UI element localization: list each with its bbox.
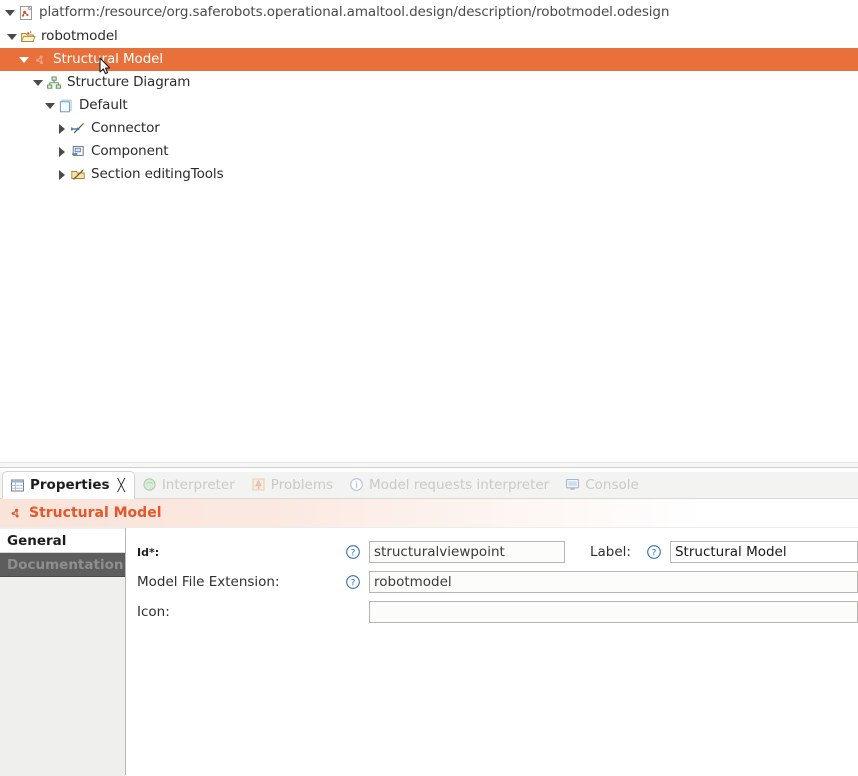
properties-tab-label: General [7, 533, 67, 549]
page-title: Structural Model [29, 505, 162, 521]
expand-twisty-down-icon[interactable] [4, 25, 20, 48]
layer-icon [58, 98, 76, 114]
expand-twisty-right-icon[interactable] [54, 117, 70, 140]
problems-icon [251, 477, 266, 492]
expand-twisty-right-icon[interactable] [54, 140, 70, 163]
properties-tab-documentation[interactable]: Documentation [0, 553, 125, 577]
root-path-label: platform:/resource/org.saferobots.operat… [39, 4, 670, 20]
tree-row-robotmodel[interactable]: robotmodel [0, 25, 858, 48]
tree-item-label: Structural Model [53, 51, 164, 67]
form-row-icon: Icon: [126, 597, 858, 627]
viewpoint-icon [8, 506, 23, 521]
tree-item-label: Structure Diagram [67, 74, 191, 90]
view-tabbar[interactable]: Properties ╳ Interpreter Problems Model … [0, 468, 858, 499]
tab-interpreter[interactable]: Interpreter [135, 471, 244, 498]
help-icon[interactable]: ? [345, 574, 361, 590]
svg-text:?: ? [652, 548, 657, 558]
eclipse-sirius-window: platform:/resource/org.saferobots.operat… [0, 0, 858, 776]
tree-row-component[interactable]: Component [0, 140, 858, 163]
properties-form: Id*: ? Label: ? [126, 528, 858, 775]
odesign-model-tree[interactable]: platform:/resource/org.saferobots.operat… [0, 0, 858, 462]
label-field-label: Label: [590, 544, 631, 560]
properties-view: Properties ╳ Interpreter Problems Model … [0, 468, 858, 776]
viewpoint-icon [32, 52, 50, 68]
properties-icon [10, 478, 25, 493]
tab-label: Properties [30, 477, 110, 493]
expand-twisty-down-icon[interactable] [2, 1, 18, 24]
info-icon [349, 477, 364, 492]
properties-tab-label: Documentation [7, 557, 124, 573]
expand-twisty-down-icon[interactable] [16, 48, 32, 71]
tree-item-label: Component [91, 143, 169, 159]
console-icon [565, 477, 580, 492]
close-icon[interactable]: ╳ [118, 479, 125, 491]
id-input[interactable] [369, 541, 565, 563]
tree-row-section-editing-tools[interactable]: Section editingTools [0, 163, 858, 186]
tree-item-label: robotmodel [41, 28, 118, 44]
form-row-model-file-extension: Model File Extension: ? [126, 567, 858, 597]
svg-text:?: ? [351, 548, 356, 558]
expand-twisty-right-icon[interactable] [54, 163, 70, 186]
icon-field-label: Icon: [137, 604, 170, 620]
properties-tab-list[interactable]: General Documentation [0, 528, 126, 776]
interpreter-icon [142, 477, 157, 492]
tab-model-requests-interpreter[interactable]: Model requests interpreter [342, 471, 558, 498]
tree-row-connector[interactable]: Connector [0, 117, 858, 140]
label-input[interactable] [669, 541, 858, 563]
tree-row-structural-model[interactable]: Structural Model [0, 48, 858, 71]
tab-label: Model requests interpreter [369, 476, 550, 493]
tab-console[interactable]: Console [558, 471, 648, 498]
form-row-id: Id*: ? Label: ? [126, 537, 858, 567]
tree-item-label: Default [79, 97, 128, 113]
icon-input[interactable] [369, 601, 858, 623]
help-icon[interactable]: ? [646, 544, 662, 560]
expand-twisty-down-icon[interactable] [30, 71, 46, 94]
tree-item-label: Section editingTools [91, 166, 224, 182]
component-icon [70, 144, 88, 160]
tab-label: Problems [270, 476, 334, 493]
expand-twisty-down-icon[interactable] [42, 94, 58, 117]
id-field-label: Id*: [137, 545, 160, 559]
tree-row-root-path[interactable]: platform:/resource/org.saferobots.operat… [0, 0, 858, 25]
properties-title-bar: Structural Model [0, 499, 858, 528]
properties-tab-list-filler [0, 577, 125, 776]
section-tools-icon [70, 167, 88, 183]
properties-body: General Documentation Id*: ? structuralv… [0, 528, 858, 776]
viewpoint-folder-icon [20, 29, 38, 45]
tab-label: Console [585, 476, 639, 493]
connector-icon [70, 121, 88, 137]
tab-label: Interpreter [161, 476, 235, 493]
properties-tab-general[interactable]: General [0, 529, 125, 553]
tab-properties[interactable]: Properties ╳ [2, 471, 135, 499]
diagram-description-icon [46, 75, 64, 91]
svg-text:?: ? [351, 578, 356, 588]
tree-row-structure-diagram[interactable]: Structure Diagram [0, 71, 858, 94]
tab-problems[interactable]: Problems [244, 471, 342, 498]
model-file-extension-label: Model File Extension: [137, 574, 280, 590]
help-icon[interactable]: ? [345, 544, 361, 560]
tree-item-label: Connector [91, 120, 160, 136]
odesign-file-icon [18, 5, 36, 21]
model-file-extension-input[interactable] [369, 571, 858, 593]
tree-row-default-layer[interactable]: Default [0, 94, 858, 117]
